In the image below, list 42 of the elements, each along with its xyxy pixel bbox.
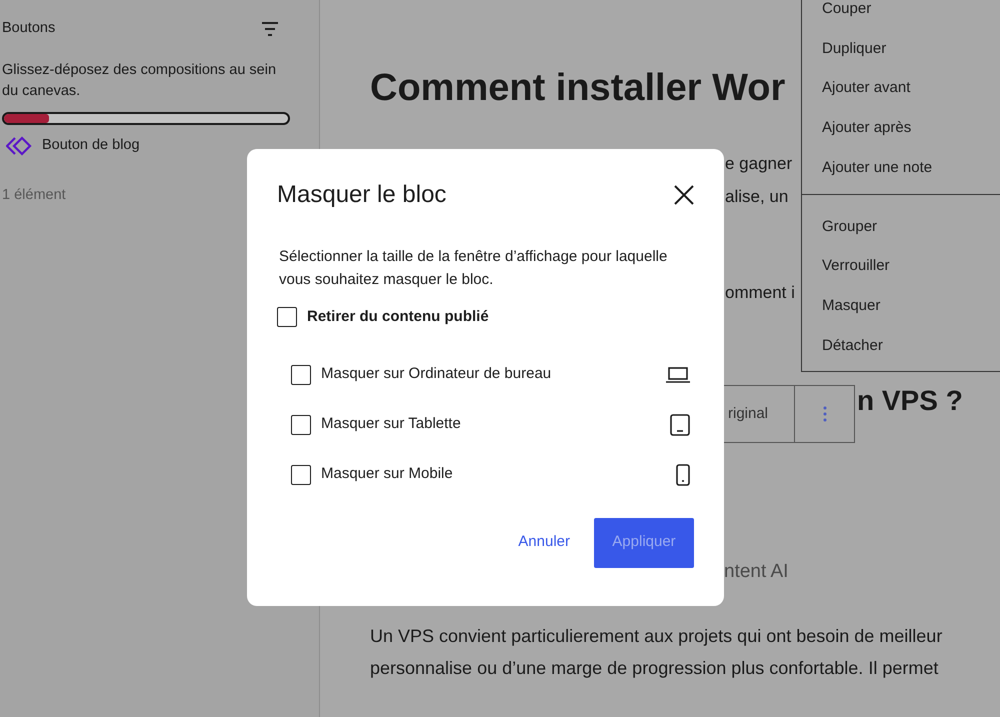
caption-text: ntent AI <box>724 560 788 584</box>
paragraph-text: e gagner <box>725 153 792 175</box>
checkbox[interactable] <box>291 414 311 434</box>
menu-item[interactable]: Ajouter avant <box>802 68 1000 108</box>
paragraph-text: omment i <box>725 282 795 304</box>
pattern-preview[interactable] <box>2 112 290 125</box>
sidebar-description: Glissez-déposez des compositions au sein du canevas. <box>2 60 278 101</box>
checkbox[interactable] <box>291 364 311 384</box>
sidebar-title: Boutons <box>2 19 56 38</box>
pattern-name[interactable]: Bouton de blog <box>42 134 140 156</box>
menu-item[interactable]: Masquer <box>802 286 1000 326</box>
close-button[interactable] <box>674 185 694 205</box>
checkbox-label[interactable]: Masquer sur Ordinateur de bureau <box>321 363 552 386</box>
checkbox[interactable] <box>277 307 297 328</box>
menu-item[interactable]: Grouper <box>802 206 1000 246</box>
button-preview <box>4 114 49 123</box>
cancel-button[interactable]: Annuler <box>518 531 570 554</box>
checkbox-label[interactable]: Masquer sur Tablette <box>321 413 461 436</box>
more-icon <box>822 406 826 422</box>
menu-item[interactable]: Ajouter une note <box>802 148 1000 188</box>
menu-item[interactable]: Ajouter après <box>802 108 1000 148</box>
dialog-description: Sélectionner la taille de la fenêtre d’affichage pour laquelle vous souhaitez masquer le bloc. <box>279 247 668 290</box>
paragraph-text: Un VPS convient particulierement aux projets qui ont besoin de meilleur <box>370 625 942 648</box>
more-options-button[interactable] <box>795 385 855 443</box>
checkbox[interactable] <box>291 464 311 484</box>
section-heading: n VPS ? <box>857 384 963 418</box>
checkbox-label[interactable]: Retirer du contenu publié <box>307 306 489 328</box>
close-icon <box>674 185 694 205</box>
menu-item[interactable]: Verrouiller <box>802 246 1000 286</box>
menu-item[interactable]: Couper <box>802 0 1000 29</box>
menu-item[interactable]: Détacher <box>802 326 1000 366</box>
pattern-icon <box>6 136 32 156</box>
paragraph-text: alise, un <box>725 186 788 208</box>
laptop-icon <box>666 366 690 382</box>
paragraph-text: personnalise ou d’une marge de progression plus confortable. Il permet <box>370 657 940 680</box>
menu-item[interactable]: Dupliquer <box>802 28 1000 68</box>
phone-icon <box>676 464 690 486</box>
filter-icon[interactable] <box>261 20 279 37</box>
dialog-title: Masquer le bloc <box>277 180 446 210</box>
tablet-icon <box>670 414 690 436</box>
checkbox-label[interactable]: Masquer sur Mobile <box>321 463 453 486</box>
page-heading: Comment installer Wor <box>370 66 786 111</box>
